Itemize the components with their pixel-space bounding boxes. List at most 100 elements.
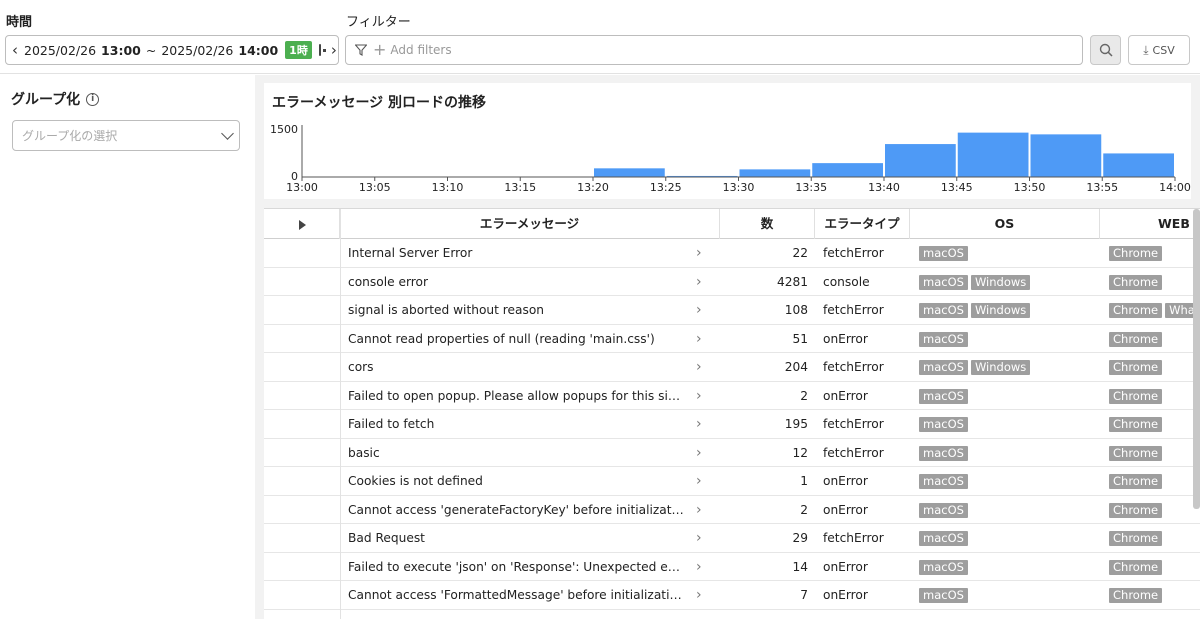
os-tag: macOS <box>919 588 968 603</box>
chevron-right-icon[interactable]: › <box>696 553 708 581</box>
column-header-os[interactable]: OS <box>910 209 1100 239</box>
chevron-left-icon[interactable]: ‹ <box>12 42 18 58</box>
table-row[interactable]: Cannot access 'FormattedMessage' before … <box>264 581 1200 610</box>
calendar-icon[interactable] <box>318 44 326 56</box>
chevron-right-icon[interactable]: › <box>696 325 708 353</box>
group-select-placeholder: グループ化の選択 <box>22 129 118 143</box>
column-divider <box>340 209 341 619</box>
os-tag: macOS <box>919 274 968 290</box>
plus-icon: + <box>373 40 387 59</box>
bar-13:30[interactable] <box>739 169 811 177</box>
os-tag: Windows <box>970 303 1031 318</box>
csv-label: CSV <box>1152 43 1175 57</box>
chevron-right-icon[interactable]: › <box>696 467 708 495</box>
csv-download-button[interactable]: ⤓ CSV <box>1128 35 1190 65</box>
os-tag: macOS <box>919 388 968 404</box>
filter-input[interactable]: + Add filters <box>345 35 1083 65</box>
error-message: Internal Server Error <box>348 246 473 260</box>
vertical-scrollbar[interactable] <box>1193 209 1200 509</box>
expand-all-toggle[interactable] <box>264 209 340 239</box>
bar-13:50[interactable] <box>1030 134 1102 177</box>
os-tags: macOS <box>919 467 1104 495</box>
table-row[interactable]: Cookies is not defined › 1 onError macOS Chro… <box>264 467 1200 496</box>
chevron-right-icon[interactable]: › <box>696 296 708 324</box>
column-header-type[interactable]: エラータイプ <box>815 209 910 239</box>
os-tag: macOS <box>919 559 968 575</box>
time-label: 時間 <box>6 15 33 30</box>
table-row[interactable]: Cannot read properties of null (reading … <box>264 325 1200 353</box>
chevron-right-icon[interactable]: › <box>331 42 337 58</box>
browser-tag: Chrome <box>1109 417 1163 432</box>
table-row[interactable]: Failed to fetch › 195 fetchError macOS Chrome <box>264 410 1200 439</box>
column-header-message[interactable]: エラーメッセージ <box>340 209 720 239</box>
error-type: onError <box>823 331 868 346</box>
error-type: fetchError <box>823 417 884 431</box>
duration-badge[interactable]: 1時 <box>285 41 312 59</box>
error-type: fetchError <box>823 360 884 374</box>
error-type: console <box>823 274 870 289</box>
os-tags: macOS <box>919 496 1104 524</box>
browser-tag: Chrome <box>1109 559 1163 575</box>
error-count: 22 <box>792 246 808 260</box>
bar-13:45[interactable] <box>957 132 1029 177</box>
chevron-right-icon[interactable]: › <box>696 581 708 609</box>
table-row[interactable]: cors › 204 fetchError macOS Windows Chrome <box>264 353 1200 382</box>
table-row[interactable]: Cannot access 'generateFactoryKey' befor… <box>264 496 1200 524</box>
bar-13:20[interactable] <box>594 168 665 177</box>
os-tags: macOS <box>919 325 1104 353</box>
chevron-right-icon[interactable]: › <box>696 353 708 381</box>
error-count: 7 <box>800 588 808 602</box>
table-row[interactable]: Failed to execute 'json' on 'Response': … <box>264 553 1200 581</box>
column-header-web[interactable]: WEB <box>1100 209 1200 239</box>
browser-tag: Chrome <box>1109 531 1163 546</box>
bar-13:40[interactable] <box>885 144 956 177</box>
chevron-right-icon[interactable]: › <box>696 239 708 267</box>
chevron-right-icon[interactable]: › <box>696 496 708 524</box>
table-row[interactable]: Failed to open popup. Please allow popup… <box>264 382 1200 410</box>
error-type: onError <box>823 559 868 574</box>
browser-tags: Chrome Wha <box>1109 296 1200 324</box>
group-select[interactable]: グループ化の選択 <box>12 120 240 151</box>
info-icon[interactable]: i <box>86 92 100 106</box>
caret-right-icon <box>298 219 306 230</box>
browser-tag: Chrome <box>1109 246 1163 261</box>
table-row[interactable]: signal is aborted without reason › 108 fetc… <box>264 296 1200 325</box>
bar-13:35[interactable] <box>812 163 883 177</box>
x-tick-label: 13:25 <box>650 181 682 194</box>
browser-tags: Chrome <box>1109 382 1200 410</box>
os-tags: macOS <box>919 581 1104 609</box>
x-tick-label: 13:50 <box>1014 181 1046 194</box>
x-tick-label: 13:10 <box>432 181 464 194</box>
funnel-icon <box>355 44 367 56</box>
error-message: Failed to fetch <box>348 417 435 431</box>
x-tick-label: 13:05 <box>359 181 391 194</box>
table-row[interactable]: Bad Request › 29 fetchError macOS Chrome <box>264 524 1200 553</box>
chevron-right-icon[interactable]: › <box>696 524 708 552</box>
error-type: fetchError <box>823 246 884 260</box>
os-tags: macOS Windows <box>919 353 1104 381</box>
browser-tag: Chrome <box>1109 388 1163 404</box>
search-button[interactable] <box>1090 35 1121 65</box>
chevron-right-icon[interactable]: › <box>696 439 708 467</box>
bar-13:55[interactable] <box>1103 153 1174 177</box>
x-tick-label: 13:35 <box>795 181 827 194</box>
error-type: onError <box>823 474 868 488</box>
chevron-right-icon[interactable]: › <box>696 382 708 410</box>
os-tag: macOS <box>919 445 968 461</box>
x-tick-label: 13:30 <box>723 181 755 194</box>
browser-tag: Chrome <box>1109 331 1163 347</box>
column-header-count[interactable]: 数 <box>720 209 815 239</box>
os-tags: macOS <box>919 239 1104 267</box>
time-range-picker[interactable]: ‹ 2025/02/26 13:00 ~ 2025/02/26 14:00 1時… <box>5 35 339 65</box>
chevron-right-icon[interactable]: › <box>696 268 708 296</box>
os-tag: macOS <box>919 502 968 518</box>
filter-label: フィルター <box>346 15 411 30</box>
table-row[interactable]: Internal Server Error › 22 fetchError macOS C… <box>264 239 1200 268</box>
error-message: Failed to execute 'json' on 'Response': … <box>348 559 684 574</box>
browser-tags: Chrome <box>1109 239 1200 267</box>
start-time: 13:00 <box>101 42 141 58</box>
x-tick-label: 13:55 <box>1086 181 1118 194</box>
table-row[interactable]: basic › 12 fetchError macOS Chrome <box>264 439 1200 467</box>
table-row[interactable]: console error › 4281 console macOS Windows Chr… <box>264 268 1200 296</box>
chevron-right-icon[interactable]: › <box>696 410 708 438</box>
